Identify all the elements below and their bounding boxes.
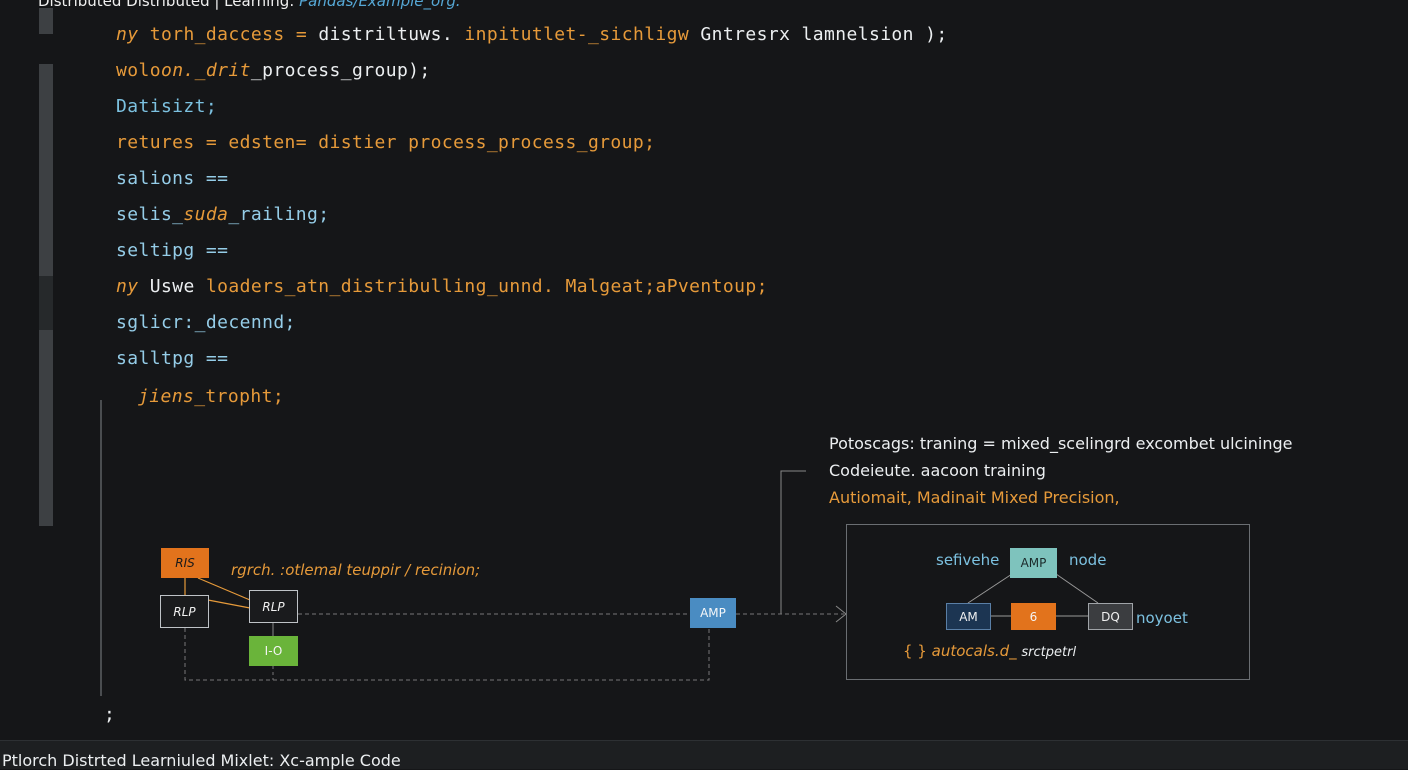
code-token: selis_ <box>116 204 184 225</box>
code-closing-brace: ; <box>104 704 116 725</box>
code-line-3: Datisizt; <box>116 96 218 117</box>
footer-title: Ptlorch Distrted Learniuled Mixlet: Xc-a… <box>2 751 401 770</box>
gutter-top-marker <box>39 8 53 34</box>
window-title-accent: Pandas/Example_org: <box>299 0 461 10</box>
inner-label-left: sefivehe <box>936 551 1000 569</box>
code-token: suda <box>183 204 229 225</box>
code-token: distriltuws. <box>318 24 454 45</box>
inner-node-six[interactable]: 6 <box>1011 603 1056 630</box>
code-token: _process_group); <box>250 60 431 81</box>
inner-node-dq[interactable]: DQ <box>1088 603 1133 630</box>
code-line-7: seltipg == <box>116 240 229 261</box>
code-line-4: retures = edsten= distier process_proces… <box>116 132 656 153</box>
window-title-text: Distributed Distributed | Learning: <box>38 0 300 10</box>
code-token: Gntresrx lamnelsion ); <box>700 24 948 45</box>
code-token: inpitutlet-_sichligw <box>464 24 690 45</box>
node-rlp-left[interactable]: RLP <box>160 595 209 628</box>
code-keyword: ny <box>116 276 139 297</box>
code-token: _railing; <box>228 204 330 225</box>
scrollbar-thumb[interactable] <box>39 276 53 330</box>
code-braces-icon: { } <box>903 642 927 660</box>
code-line-9: sglicr:_decennd; <box>116 312 296 333</box>
note-line-3: Autiomait, Madinait Mixed Precision, <box>829 488 1120 507</box>
inner-label-noyoet: noyoet <box>1136 609 1188 627</box>
inner-node-am[interactable]: AM <box>946 603 991 630</box>
diagram-label-top: rgrch. :otlemal teuppir / recinion; <box>231 561 481 579</box>
code-token: torh_daccess = <box>149 24 308 45</box>
code-keyword: ny <box>116 24 139 45</box>
code-token: Uswe <box>149 276 195 297</box>
node-ris[interactable]: RIS <box>161 548 209 578</box>
inner-autocast-line: { } autocals.d_ srctpetrl <box>903 642 1076 660</box>
inner-autocast-text: autocals.d_ <box>931 642 1017 660</box>
node-amp[interactable]: AMP <box>690 598 736 628</box>
code-line-2: woloon._drit_process_group); <box>116 60 431 81</box>
code-token: _tropht; <box>194 386 285 407</box>
node-rlp-mid[interactable]: RLP <box>249 590 298 623</box>
code-token: Malgeat; <box>565 276 656 297</box>
inner-label-right: node <box>1069 551 1107 569</box>
code-line-11: jiens_tropht; <box>138 386 284 407</box>
note-line-1: Potoscags: traning = mixed_scelingrd exc… <box>829 434 1293 453</box>
code-token: on._drit <box>160 60 251 81</box>
footer-bar: Ptlorch Distrted Learniuled Mixlet: Xc-a… <box>0 740 1408 770</box>
code-line-10: salltpg == <box>116 348 229 369</box>
note-line-2: Codeieute. aacoon training <box>829 461 1046 480</box>
indent-guide <box>100 400 102 696</box>
inner-autocast-tail: srctpetrl <box>1021 645 1077 660</box>
code-line-1: ny torh_daccess = distriltuws. inpitutle… <box>116 24 948 45</box>
inner-node-amp[interactable]: AMP <box>1010 548 1057 578</box>
code-token: wolo <box>116 60 161 81</box>
code-token: aPventoup; <box>655 276 768 297</box>
code-token: jiens <box>138 386 195 407</box>
window-title: Distributed Distributed | Learning: Pand… <box>38 0 461 10</box>
code-line-6: selis_suda_railing; <box>116 204 330 225</box>
code-token: loaders_atn_distribulling_unnd. <box>205 276 555 297</box>
code-line-8: ny Uswe loaders_atn_distribulling_unnd. … <box>116 276 768 297</box>
node-io[interactable]: I-O <box>249 636 298 666</box>
code-line-5: salions == <box>116 168 229 189</box>
